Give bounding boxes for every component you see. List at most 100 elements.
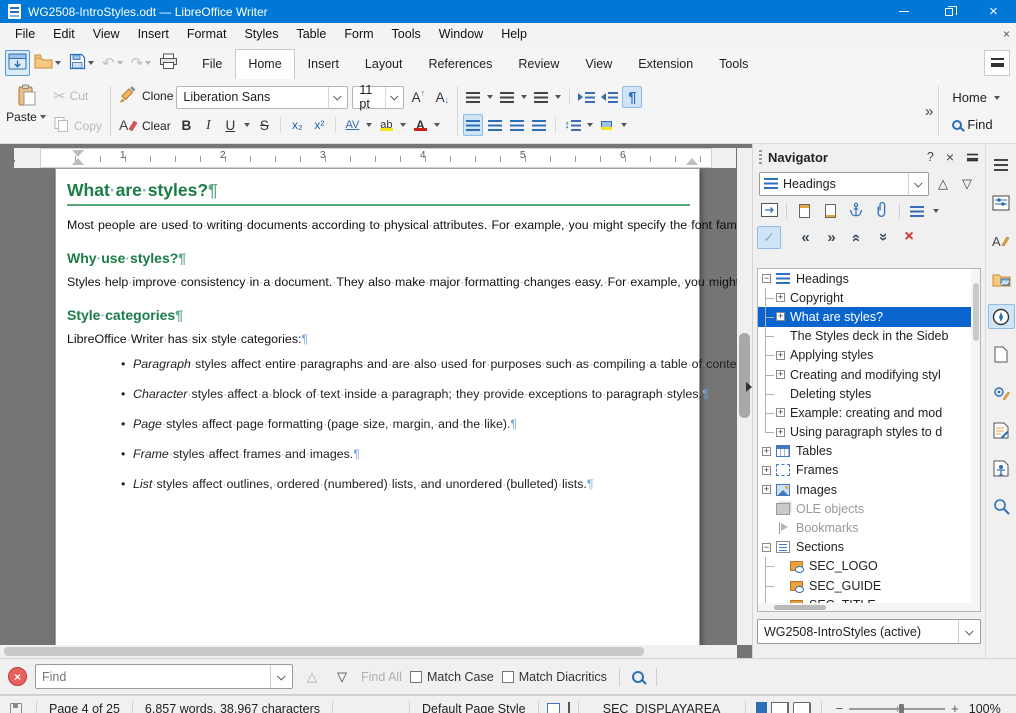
demote-chapter-button[interactable]: « [871, 226, 895, 249]
menubar-toggle-button[interactable] [984, 50, 1010, 76]
tree-vertical-scrollbar[interactable] [971, 269, 980, 611]
grow-font-button[interactable]: A↑ [408, 86, 428, 108]
clear-formatting-button[interactable]: AClear [116, 114, 176, 138]
panel-grip-icon[interactable] [759, 150, 762, 164]
header-button[interactable] [792, 200, 816, 223]
tab-view[interactable]: View [572, 49, 625, 79]
font-size-combobox[interactable]: 11 pt [352, 86, 404, 109]
menu-format[interactable]: Format [178, 24, 236, 44]
tree-item-ole-objects[interactable]: OLE objects [758, 499, 980, 518]
navigator-tree[interactable]: −Headings+Copyright+What are styles?The … [757, 268, 981, 612]
heading-levels-button[interactable] [905, 200, 929, 223]
close-button[interactable]: × [971, 0, 1016, 23]
tree-item-tables[interactable]: +Tables [758, 442, 980, 461]
align-right-button[interactable] [507, 114, 527, 136]
find-previous-button[interactable]: △ [301, 669, 323, 685]
navigate-by-dropdown[interactable] [908, 173, 928, 195]
align-left-button[interactable] [463, 114, 483, 136]
highlight-color-button[interactable]: ab [376, 114, 396, 136]
bold-button[interactable]: B [176, 114, 196, 136]
delete-entry-button[interactable]: × [897, 226, 921, 249]
find-combobox[interactable] [35, 664, 293, 689]
zoom-out-icon[interactable]: − [836, 701, 844, 713]
expand-icon[interactable]: + [776, 428, 785, 437]
ribbon-find-button[interactable]: Find [952, 117, 1002, 132]
save-button[interactable] [67, 50, 98, 76]
tab-home[interactable]: Home [235, 49, 294, 79]
highlight-dropdown-caret[interactable] [400, 123, 406, 127]
tree-item-images[interactable]: +Images [758, 480, 980, 499]
paste-button[interactable]: Paste [6, 84, 48, 124]
page-canvas[interactable]: What·are·styles?¶Most·people·are·used·to… [0, 168, 737, 645]
next-button[interactable]: ▽ [957, 176, 977, 192]
subscript-button[interactable]: x₂ [287, 114, 307, 136]
multi-page-view-icon[interactable] [771, 702, 789, 713]
navigator-icon[interactable] [988, 304, 1015, 329]
expand-icon[interactable]: + [762, 485, 771, 494]
previous-button[interactable]: △ [933, 176, 953, 192]
user-interface-button[interactable] [5, 50, 30, 76]
align-center-button[interactable] [485, 114, 505, 136]
tree-item-applying-styles[interactable]: +Applying styles [758, 346, 980, 365]
tree-item-frames[interactable]: +Frames [758, 461, 980, 480]
tab-extension[interactable]: Extension [625, 49, 706, 79]
collapse-icon[interactable]: − [762, 274, 771, 283]
paragraph-background-button[interactable] [597, 114, 617, 136]
spacing-dropdown-caret[interactable] [366, 123, 372, 127]
word-count[interactable]: 6,857 words, 38,967 characters [141, 702, 324, 713]
promote-level-button[interactable]: « [793, 226, 817, 249]
expand-icon[interactable]: + [762, 466, 771, 475]
tree-hscroll-thumb[interactable] [774, 605, 826, 610]
drag-mode-button[interactable]: ✓ [757, 226, 781, 249]
demote-level-button[interactable]: » [819, 226, 843, 249]
set-reminder-button[interactable] [870, 200, 894, 223]
styles-icon[interactable]: A [988, 228, 1015, 253]
tab-file[interactable]: File [189, 49, 235, 79]
tree-item-bookmarks[interactable]: Bookmarks [758, 518, 980, 537]
menu-file[interactable]: File [6, 24, 44, 44]
tab-insert[interactable]: Insert [295, 49, 352, 79]
tree-item-example-creating-and-mod[interactable]: +Example: creating and mod [758, 403, 980, 422]
superscript-button[interactable]: x² [309, 114, 329, 136]
copy-button[interactable]: Copy [50, 114, 105, 138]
vertical-scrollbar-thumb[interactable] [739, 333, 750, 418]
italic-button[interactable]: I [198, 114, 218, 136]
menu-help[interactable]: Help [492, 24, 536, 44]
character-spacing-button[interactable]: AV [342, 114, 362, 136]
find-icon[interactable] [988, 494, 1015, 519]
open-dropdown-caret[interactable] [55, 61, 61, 65]
find-all-button[interactable]: Find All [361, 670, 402, 684]
open-button[interactable] [32, 50, 65, 76]
font-size-dropdown[interactable] [385, 87, 403, 108]
tab-layout[interactable]: Layout [352, 49, 416, 79]
manage-changes-icon[interactable] [988, 418, 1015, 443]
tree-item-what-are-styles-[interactable]: +What are styles? [758, 307, 980, 326]
collapse-icon[interactable]: − [762, 543, 771, 552]
document-horizontal-scrollbar[interactable] [0, 645, 737, 658]
page-icon[interactable] [988, 342, 1015, 367]
minimize-button[interactable] [881, 0, 926, 23]
tree-horizontal-scrollbar[interactable] [758, 603, 971, 611]
tree-item-sec-guide[interactable]: SEC_GUIDE [758, 576, 980, 595]
sidebar-settings-icon[interactable] [988, 152, 1015, 177]
expand-icon[interactable]: + [776, 312, 785, 321]
footer-button[interactable] [818, 200, 842, 223]
promote-chapter-button[interactable]: « [845, 226, 869, 249]
find-history-dropdown[interactable] [270, 665, 292, 688]
tree-item-sections[interactable]: −Sections [758, 538, 980, 557]
close-findbar-button[interactable]: × [8, 667, 27, 686]
menu-tools[interactable]: Tools [383, 24, 430, 44]
document-vertical-scrollbar[interactable] [737, 148, 752, 645]
strikethrough-button[interactable]: S [254, 114, 274, 136]
cut-button[interactable]: ✂Cut [50, 84, 105, 108]
menu-view[interactable]: View [84, 24, 129, 44]
save-status-icon[interactable] [10, 703, 22, 713]
match-case-box[interactable] [410, 671, 422, 683]
expand-icon[interactable]: + [776, 370, 785, 379]
find-and-replace-button[interactable] [632, 671, 644, 683]
justify-button[interactable] [529, 114, 549, 136]
print-button[interactable] [157, 50, 180, 76]
match-diacritics-checkbox[interactable]: Match Diacritics [502, 670, 607, 684]
bullet-list-caret[interactable] [487, 95, 493, 99]
horizontal-scrollbar-thumb[interactable] [4, 647, 644, 656]
